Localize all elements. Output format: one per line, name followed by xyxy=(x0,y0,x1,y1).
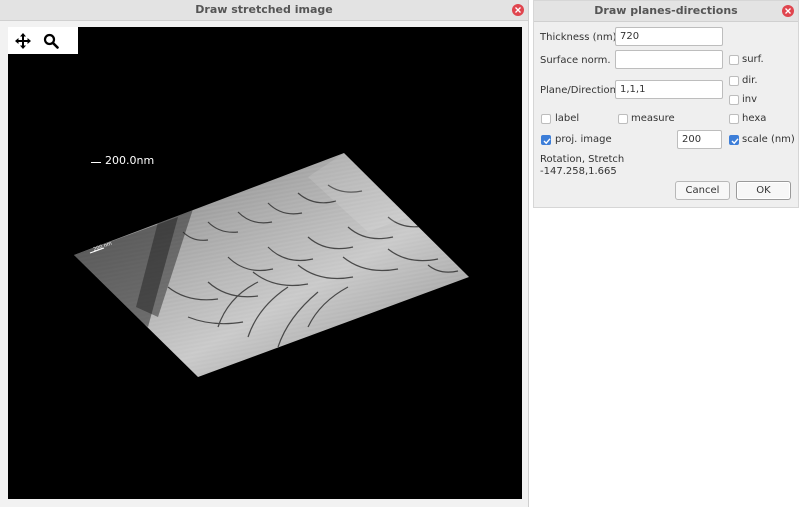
toolbar xyxy=(8,27,78,54)
cancel-button-label: Cancel xyxy=(685,185,720,196)
dir-checkbox[interactable] xyxy=(729,76,739,86)
image-canvas[interactable]: 200 nm 200.0nm xyxy=(8,27,522,499)
scale-nm-label: scale (nm) xyxy=(742,134,795,145)
surf-label: surf. xyxy=(742,54,764,65)
close-icon[interactable] xyxy=(782,5,794,17)
stretched-image-window: Draw stretched image 200 nm 200.0nm xyxy=(0,0,529,507)
measure-checkbox[interactable] xyxy=(618,114,628,124)
plane-direction-field[interactable] xyxy=(615,80,723,99)
check-icon xyxy=(543,138,551,145)
zoom-icon[interactable] xyxy=(42,32,60,50)
scale-value-field[interactable] xyxy=(677,130,722,149)
check-icon xyxy=(731,138,739,145)
proj-image-checkbox[interactable] xyxy=(541,135,551,145)
plane-direction-label: Plane/Direction xyxy=(540,85,616,96)
projected-micrograph: 200 nm xyxy=(74,153,469,377)
move-icon[interactable] xyxy=(14,32,32,50)
inv-checkbox[interactable] xyxy=(729,95,739,105)
hexa-checkbox[interactable] xyxy=(729,114,739,124)
measure-label: measure xyxy=(631,113,675,124)
label-label: label xyxy=(555,113,580,124)
planes-directions-window: Draw planes-directions Thickness (nm) Su… xyxy=(533,0,799,208)
ok-button-label: OK xyxy=(756,185,771,196)
scale-label: 200.0nm xyxy=(91,154,154,167)
rotation-value: -147.258,1.665 xyxy=(540,166,617,177)
scale-nm-checkbox[interactable] xyxy=(729,135,739,145)
window-title-text: Draw planes-directions xyxy=(594,4,738,17)
dir-label: dir. xyxy=(742,75,758,86)
thickness-field[interactable] xyxy=(615,27,723,46)
rotation-label: Rotation, Stretch xyxy=(540,154,625,165)
window-title: Draw planes-directions xyxy=(534,1,798,22)
cancel-button[interactable]: Cancel xyxy=(675,181,730,200)
surface-norm-field[interactable] xyxy=(615,50,723,69)
window-title: Draw stretched image xyxy=(0,0,528,21)
label-checkbox[interactable] xyxy=(541,114,551,124)
scale-bar xyxy=(91,162,101,163)
surface-norm-label: Surface norm. xyxy=(540,55,611,66)
surf-checkbox[interactable] xyxy=(729,55,739,65)
ok-button[interactable]: OK xyxy=(736,181,791,200)
close-icon[interactable] xyxy=(512,4,524,16)
scale-label-text: 200.0nm xyxy=(105,154,155,167)
inv-label: inv xyxy=(742,94,758,105)
window-title-text: Draw stretched image xyxy=(195,3,333,16)
thickness-label: Thickness (nm) xyxy=(540,32,617,43)
hexa-label: hexa xyxy=(742,113,767,124)
proj-image-label: proj. image xyxy=(555,134,612,145)
